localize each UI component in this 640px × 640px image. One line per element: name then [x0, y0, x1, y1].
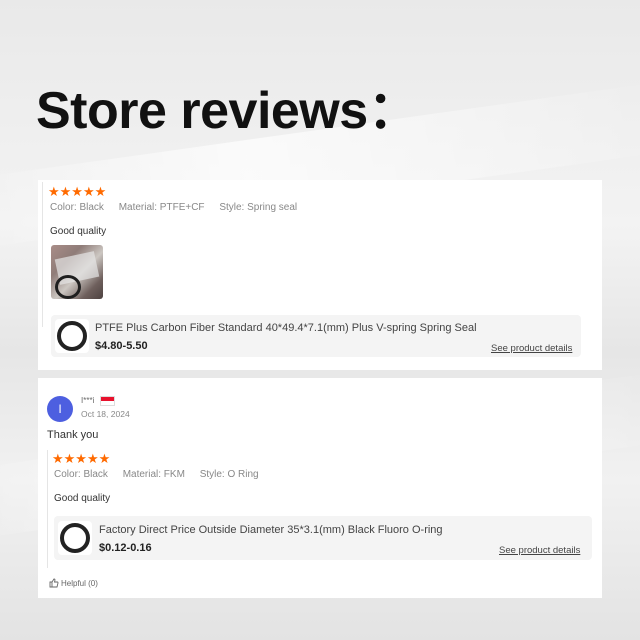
review-text: Good quality — [54, 493, 111, 504]
product-price: $4.80-5.50 — [95, 340, 148, 352]
review-photo[interactable] — [51, 245, 103, 299]
divider — [47, 450, 48, 568]
oring-icon — [60, 523, 90, 553]
product-card[interactable]: PTFE Plus Carbon Fiber Standard 40*49.4*… — [51, 315, 581, 357]
product-name: Factory Direct Price Outside Diameter 35… — [99, 524, 443, 536]
review-specs: Color: Black Material: PTFE+CF Style: Sp… — [50, 202, 309, 213]
review-text: Good quality — [50, 226, 107, 237]
review-comment: Thank you — [47, 429, 99, 441]
see-product-details-link[interactable]: See product details — [499, 545, 580, 556]
spec-color: Color: Black — [54, 469, 108, 480]
review-card: ★★★★★ Color: Black Material: PTFE+CF Sty… — [38, 180, 602, 370]
review-date: Oct 18, 2024 — [81, 409, 130, 419]
spec-style: Style: O Ring — [199, 469, 259, 480]
divider — [42, 182, 43, 327]
review-card: I I***i Oct 18, 2024 Thank you ★★★★★ Col… — [38, 378, 602, 598]
oring-icon — [57, 321, 87, 351]
spec-color: Color: Black — [50, 202, 104, 213]
spec-material: Material: PTFE+CF — [118, 202, 205, 213]
thumbs-up-icon — [49, 578, 59, 588]
product-name: PTFE Plus Carbon Fiber Standard 40*49.4*… — [95, 322, 477, 334]
product-thumbnail — [55, 319, 89, 353]
review-specs: Color: Black Material: FKM Style: O Ring — [54, 469, 271, 480]
helpful-label: Helpful (0) — [61, 579, 98, 588]
product-price: $0.12-0.16 — [99, 542, 152, 554]
see-product-details-link[interactable]: See product details — [491, 343, 572, 354]
product-card[interactable]: Factory Direct Price Outside Diameter 35… — [54, 516, 592, 560]
rating-stars: ★★★★★ — [52, 451, 111, 466]
rating-stars: ★★★★★ — [48, 184, 107, 199]
country-flag-icon — [100, 396, 115, 406]
reviewer-name: I***i — [81, 396, 95, 405]
spec-style: Style: Spring seal — [219, 202, 298, 213]
avatar: I — [47, 396, 73, 422]
product-thumbnail — [58, 521, 92, 555]
spec-material: Material: FKM — [122, 469, 185, 480]
page-title: Store reviews： — [36, 82, 420, 140]
